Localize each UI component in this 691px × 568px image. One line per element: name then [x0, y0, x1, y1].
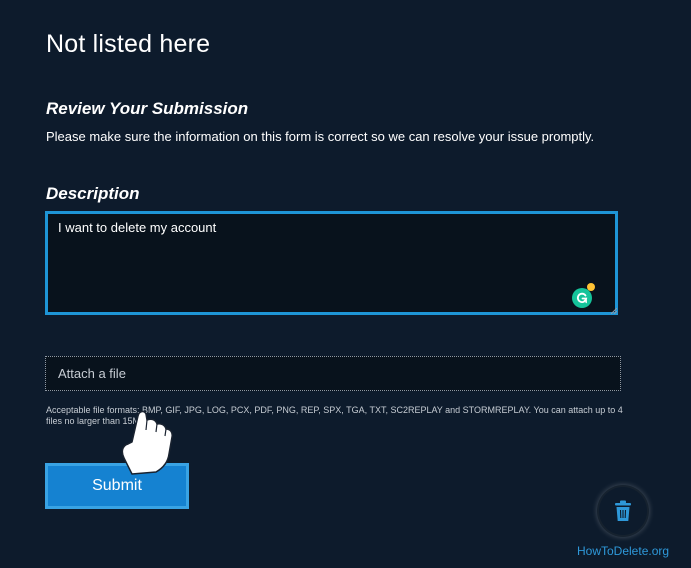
watermark-text: HowToDelete.org	[577, 544, 670, 558]
support-form-page: Not listed here Review Your Submission P…	[0, 0, 691, 568]
attach-file-label: Attach a file	[58, 366, 126, 381]
trash-icon	[615, 500, 631, 521]
delete-badge	[599, 487, 647, 535]
description-heading: Description	[46, 184, 140, 203]
review-text: Please make sure the information on this…	[46, 129, 595, 144]
resize-handle-icon[interactable]	[611, 308, 617, 314]
attach-file-button[interactable]: Attach a file	[45, 356, 621, 391]
grammarly-icon[interactable]	[572, 288, 592, 308]
page-title: Not listed here	[46, 30, 211, 58]
hand-pointer-icon	[121, 410, 173, 475]
review-heading: Review Your Submission	[46, 99, 249, 118]
description-textarea[interactable]: I want to delete my account	[45, 211, 618, 315]
grammarly-status-dot	[587, 283, 595, 291]
